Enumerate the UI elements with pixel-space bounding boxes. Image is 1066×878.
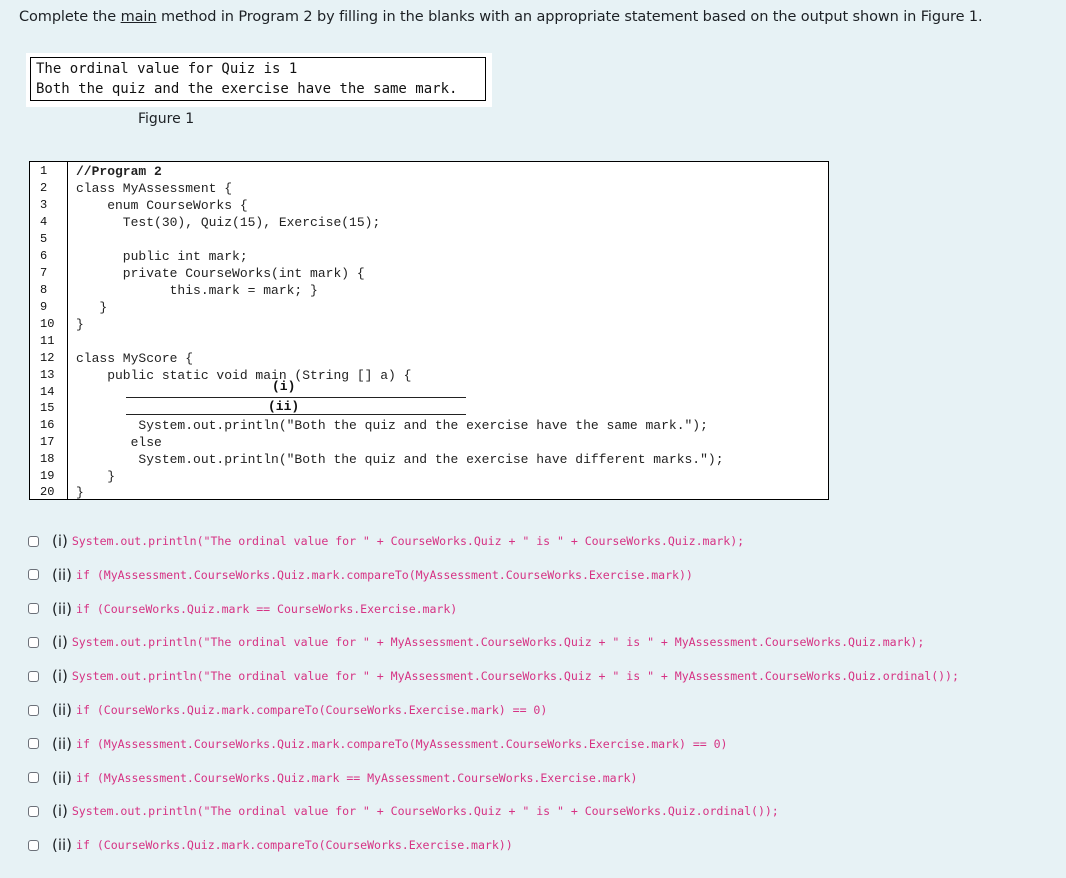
option-blank-tag: (i) (52, 802, 68, 821)
option-checkbox[interactable] (28, 535, 39, 547)
option-code: System.out.println("The ordinal value fo… (71, 635, 925, 650)
output-line-2: Both the quiz and the exercise have the … (36, 81, 458, 97)
option-code: System.out.println("The ordinal value fo… (71, 669, 959, 684)
answer-option[interactable]: (ii) if (MyAssessment.CourseWorks.Quiz.ma… (28, 732, 728, 756)
code-line: } (76, 300, 108, 315)
option-code: if (MyAssessment.CourseWorks.Quiz.mark.c… (76, 567, 693, 582)
instruction-text-after: method in Program 2 by filling in the bl… (156, 9, 983, 25)
program-listing: 1 2 3 4 5 6 7 8 9 10 11 12 13 14 15 16 17 18 19 20 //Progra… (29, 161, 829, 500)
option-code: if (MyAssessment.CourseWorks.Quiz.mark.c… (76, 736, 728, 751)
blank-label-i: (i) (272, 379, 296, 394)
question-instruction: Complete the main method in Program 2 by… (19, 9, 983, 25)
code-line: } (76, 469, 116, 484)
figure-caption: Figure 1 (138, 111, 195, 127)
answer-option[interactable]: (i) System.out.println("The ordinal value… (28, 630, 924, 654)
code-line: Test(30), Quiz(15), Exercise(15); (76, 215, 381, 230)
option-code: if (CourseWorks.Quiz.mark == CourseWorks… (76, 601, 458, 616)
blank-label-ii: (ii) (268, 399, 300, 414)
line-number: 13 (40, 368, 55, 382)
code-line: class MyScore { (76, 351, 194, 366)
answer-option[interactable]: (ii) if (MyAssessment.CourseWorks.Quiz.ma… (28, 766, 637, 790)
answer-option[interactable]: (i) System.out.println("The ordinal value… (28, 799, 779, 823)
option-code: if (CourseWorks.Quiz.mark.compareTo(Cour… (76, 703, 548, 717)
code-line: //Program 2 (76, 164, 162, 179)
answer-option[interactable]: (i) System.out.println("The ordinal value… (28, 529, 744, 553)
code-line: } (76, 317, 84, 332)
code-line: System.out.println("Both the quiz and th… (76, 418, 708, 433)
option-checkbox[interactable] (28, 839, 39, 851)
option-blank-tag: (i) (52, 532, 68, 550)
code-line: class MyAssessment { (76, 181, 233, 196)
line-number: 16 (40, 418, 55, 432)
code-line: public static void main (String [] a) { (76, 368, 412, 383)
line-number: 18 (40, 452, 55, 466)
option-checkbox[interactable] (28, 704, 39, 716)
option-blank-tag: (ii) (52, 768, 73, 787)
option-checkbox[interactable] (28, 603, 39, 615)
line-number: 14 (40, 385, 55, 399)
option-checkbox[interactable] (28, 636, 39, 648)
line-number: 19 (40, 469, 55, 483)
output-line-1: The ordinal value for Quiz is 1 (36, 61, 298, 77)
line-number: 6 (40, 249, 48, 263)
option-blank-tag: (i) (52, 667, 68, 686)
option-code: System.out.println("The ordinal value fo… (71, 534, 745, 548)
option-code: if (CourseWorks.Quiz.mark.compareTo(Cour… (76, 838, 513, 853)
option-blank-tag: (ii) (52, 599, 73, 618)
option-checkbox[interactable] (28, 772, 39, 784)
answer-option[interactable]: (i) System.out.println("The ordinal value… (28, 664, 959, 688)
line-number: 15 (40, 401, 55, 415)
code-line: enum CourseWorks { (76, 198, 248, 213)
instruction-underlined-word: main (120, 9, 157, 25)
code-line: this.mark = mark; } (76, 283, 318, 298)
option-checkbox[interactable] (28, 670, 39, 682)
code-line: System.out.println("Both the quiz and th… (76, 452, 724, 467)
option-blank-tag: (ii) (52, 701, 73, 719)
line-number: 4 (40, 215, 48, 229)
option-checkbox[interactable] (28, 569, 39, 581)
option-checkbox[interactable] (28, 805, 39, 817)
code-line: private CourseWorks(int mark) { (76, 266, 365, 281)
line-number: 12 (40, 351, 55, 365)
code-line: public int mark; (76, 249, 248, 264)
line-number: 9 (40, 300, 48, 314)
instruction-text-before: Complete the (19, 9, 121, 25)
line-number: 10 (40, 317, 55, 331)
line-number: 17 (40, 435, 55, 449)
option-blank-tag: (ii) (52, 565, 73, 584)
code-line: } (76, 485, 84, 500)
option-blank-tag: (ii) (52, 734, 73, 753)
line-number: 1 (40, 164, 48, 178)
line-number: 8 (40, 283, 48, 297)
option-blank-tag: (i) (52, 633, 68, 652)
line-number: 11 (40, 334, 55, 348)
option-checkbox[interactable] (28, 738, 39, 750)
blank-line-ii (126, 414, 466, 415)
answer-option[interactable]: (ii) if (MyAssessment.CourseWorks.Quiz.ma… (28, 563, 693, 587)
answer-option[interactable]: (ii) if (CourseWorks.Quiz.mark.compareTo(… (28, 833, 513, 857)
answer-option[interactable]: (ii) if (CourseWorks.Quiz.mark == CourseW… (28, 597, 457, 621)
code-line: else (76, 435, 162, 450)
line-number: 5 (40, 232, 48, 246)
option-code: if (MyAssessment.CourseWorks.Quiz.mark =… (76, 770, 638, 785)
figure-1: The ordinal value for Quiz is 1 Both the … (26, 53, 492, 107)
line-number: 3 (40, 198, 48, 212)
option-code: System.out.println("The ordinal value fo… (71, 804, 779, 819)
line-number: 2 (40, 181, 48, 195)
option-blank-tag: (ii) (52, 836, 73, 855)
answer-option[interactable]: (ii) if (CourseWorks.Quiz.mark.compareTo(… (28, 698, 547, 722)
line-number: 20 (40, 485, 55, 499)
line-number-gutter: 1 2 3 4 5 6 7 8 9 10 11 12 13 14 15 16 17 18 19 20 (30, 162, 68, 499)
output-console: The ordinal value for Quiz is 1 Both the … (30, 57, 486, 101)
line-number: 7 (40, 266, 48, 280)
